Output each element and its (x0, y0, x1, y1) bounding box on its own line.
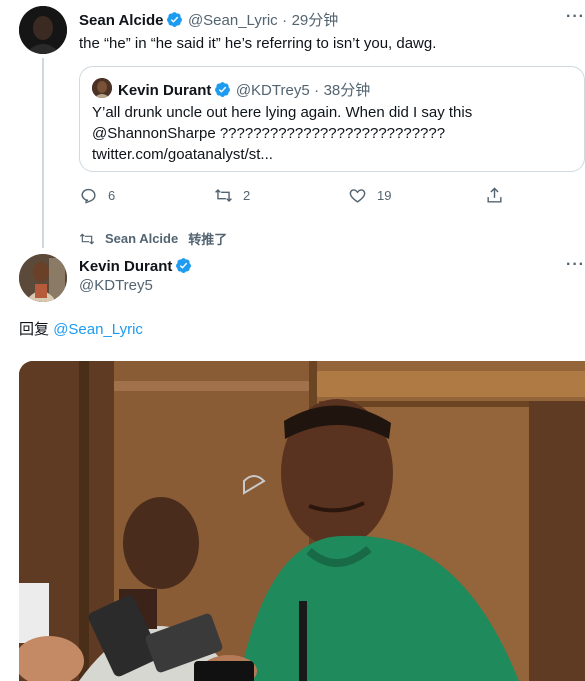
retweet-button[interactable]: 2 (214, 186, 250, 205)
tweet1-time[interactable]: 29分钟 (292, 12, 339, 29)
retweeted-by-bar: Sean Alcide 转推了 (79, 229, 227, 248)
tweet1-separator: · (282, 12, 288, 29)
quoted-text-line-2: @ShannonSharpe ?????????????????????????… (92, 125, 446, 142)
tweet2-author-name[interactable]: Kevin Durant (79, 258, 172, 275)
tweet1-author-name[interactable]: Sean Alcide (79, 12, 163, 29)
heart-icon (349, 189, 366, 203)
tweet1-header: Sean Alcide @Sean_Lyric · 29分钟 (79, 9, 338, 30)
reply-count: 6 (108, 188, 116, 203)
avatar-kevin-durant-small (92, 78, 112, 98)
retweet-count: 2 (243, 188, 251, 203)
media-photo-illustration (19, 361, 585, 681)
share-button[interactable] (485, 186, 504, 205)
reply-prefix: 回复 (19, 321, 50, 338)
share-icon (487, 187, 502, 203)
avatar-sean-alcide[interactable] (19, 6, 67, 54)
avatar-kevin-durant[interactable] (19, 254, 67, 302)
tweet2-author-handle[interactable]: @KDTrey5 (79, 277, 153, 294)
quoted-author-name: Kevin Durant (118, 82, 212, 99)
quoted-tweet-header: Kevin Durant @KDTrey5 · 38分钟 (118, 79, 370, 100)
reply-button[interactable]: 6 (79, 186, 115, 205)
quoted-tweet-text: Y’all drunk uncle out here lying again. … (92, 102, 472, 165)
tweet-media-image[interactable] (19, 361, 585, 681)
replying-to-line: 回复 @Sean_Lyric (19, 318, 143, 339)
quoted-author-handle: @KDTrey5 (235, 82, 310, 99)
thread-connector-line (42, 58, 44, 248)
retweeter-name[interactable]: Sean Alcide (105, 231, 178, 246)
tweet1-more-icon[interactable]: ··· (566, 8, 585, 26)
tweet1-text: the “he” in “he said it” he’s referring … (79, 35, 437, 52)
like-button[interactable]: 19 (348, 186, 391, 205)
retweet-icon (79, 232, 95, 245)
reply-icon (81, 188, 96, 204)
quoted-tweet-card[interactable]: Kevin Durant @KDTrey5 · 38分钟 Y’all drunk… (79, 66, 585, 172)
quoted-separator: · (314, 82, 320, 99)
tweet2-more-icon[interactable]: ··· (566, 256, 585, 274)
tweet2-header: Kevin Durant (79, 257, 192, 276)
reply-to-handle-link[interactable]: @Sean_Lyric (53, 321, 143, 338)
quoted-text-line-3: twitter.com/goatanalyst/st... (92, 146, 273, 163)
tweet1-author-handle[interactable]: @Sean_Lyric (188, 12, 278, 29)
verified-badge-icon (167, 12, 183, 27)
verified-badge-icon (215, 82, 231, 97)
verified-badge-icon (176, 258, 192, 273)
quoted-time: 38分钟 (323, 82, 371, 99)
retweet-icon (215, 188, 232, 203)
like-count: 19 (377, 188, 392, 203)
retweet-label: 转推了 (188, 232, 228, 247)
quoted-text-line-1: Y’all drunk uncle out here lying again. … (92, 104, 473, 121)
